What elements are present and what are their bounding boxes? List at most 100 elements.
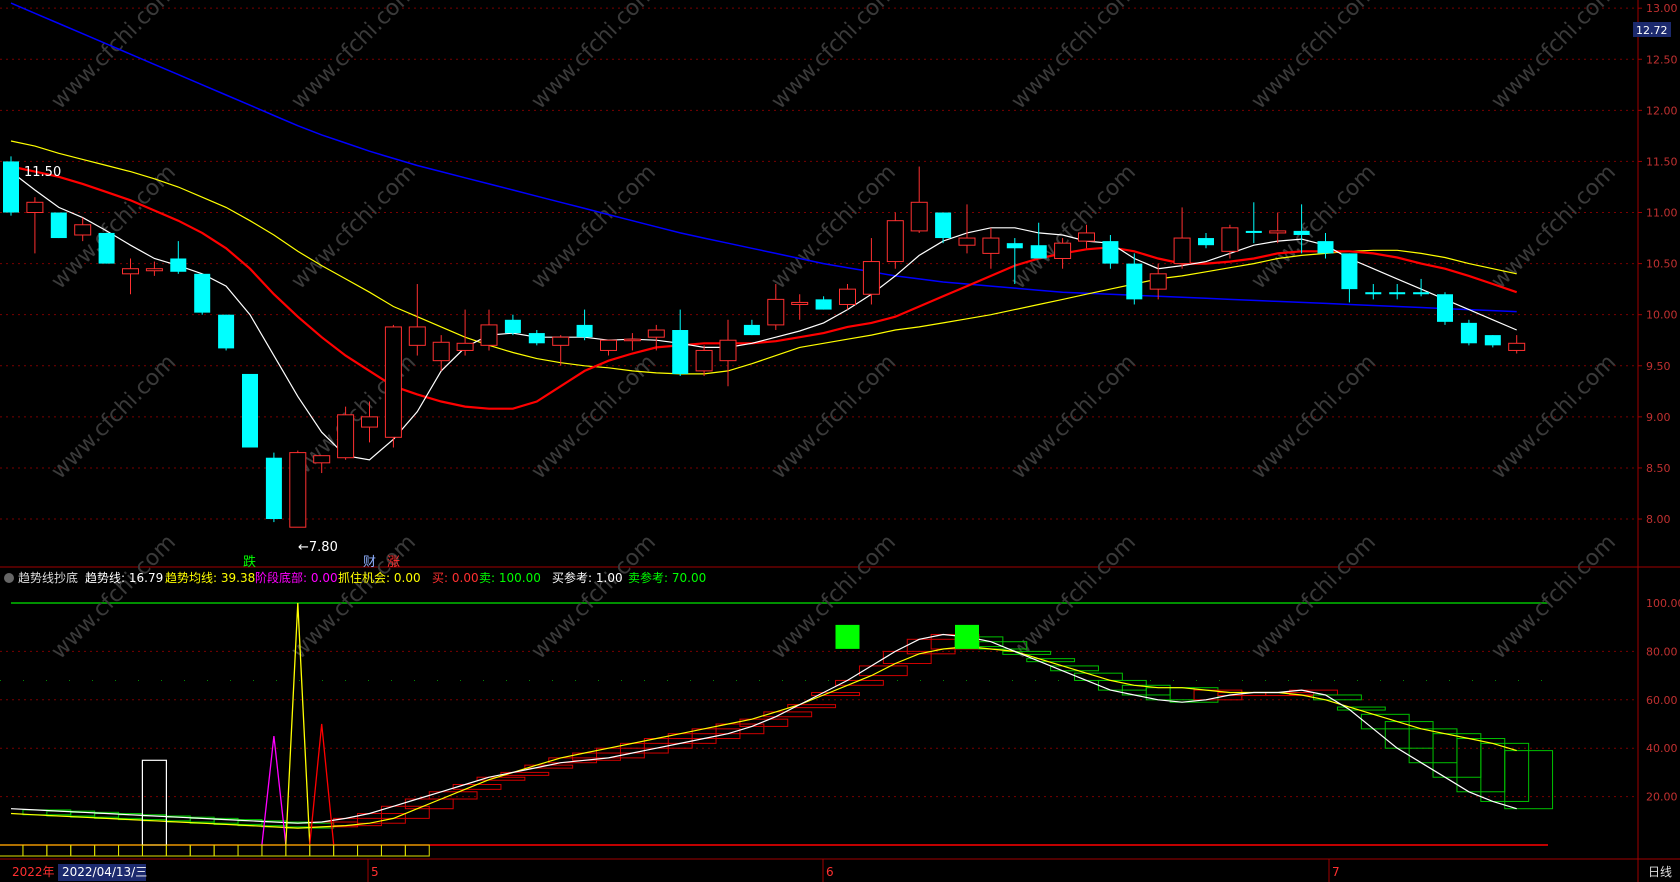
price-tick-label: 8.00 <box>1646 513 1671 526</box>
low-price-label: ←7.80 <box>298 540 338 555</box>
month-6: 6 <box>826 865 834 879</box>
watermark-text: www.cfchi.com <box>47 530 181 664</box>
candle-body-up <box>791 301 809 305</box>
candle <box>456 309 474 356</box>
candle <box>337 406 355 460</box>
stock-chart[interactable]: www.cfchi.com www.cfchi.com www.cfchi.com w… <box>0 0 1680 882</box>
candle-body-down <box>242 373 258 448</box>
trend-avg-label: 趋势均线: 39.38 <box>165 571 255 585</box>
watermark-text: www.cfchi.com <box>287 0 421 114</box>
candle <box>504 314 521 336</box>
seize-chance-label: 抓住机会: 0.00 <box>338 571 421 585</box>
candle <box>1173 207 1191 269</box>
candle <box>862 238 880 305</box>
candle <box>623 333 641 351</box>
candle <box>576 309 593 341</box>
period-label[interactable]: 日线 <box>1648 865 1672 879</box>
candle-body-up <box>982 237 1000 254</box>
base-bar <box>404 844 430 857</box>
candle-body-down <box>265 457 282 520</box>
price-tick-label: 11.00 <box>1646 207 1678 220</box>
candle-body-down <box>50 212 67 239</box>
watermark-text: www.cfchi.com <box>527 160 661 294</box>
candle-body-up <box>26 201 44 214</box>
watermark-text: www.cfchi.com <box>767 0 901 114</box>
candle-body-down <box>170 258 187 272</box>
high-price-label: 11.50 <box>24 165 61 180</box>
candle <box>1341 253 1358 303</box>
candle <box>910 166 928 233</box>
candle-body-down <box>528 333 545 344</box>
trend-line-label: 趋势线: 16.79 <box>85 571 163 585</box>
candle-body-up <box>1078 232 1095 242</box>
indicator-header: 趋势线抄底 趋势线: 16.79 趋势均线: 39.38 阶段底部: 0.00 … <box>4 570 706 585</box>
candle-body-up <box>145 268 163 272</box>
candle <box>408 284 426 356</box>
candle-body-up <box>337 414 355 459</box>
indicator-ladder-box <box>452 784 502 790</box>
candle-body-down <box>672 330 689 374</box>
trend-avg-line <box>10 645 1517 829</box>
signal-wealth: 财 <box>363 555 376 570</box>
signal-fall: 跌 <box>243 554 256 570</box>
candle-body-down <box>1030 245 1047 259</box>
indicator-name[interactable]: 趋势线抄底 <box>18 570 78 585</box>
candle <box>1460 319 1477 346</box>
price-tick-label: 8.50 <box>1646 462 1671 475</box>
candle <box>1198 232 1214 249</box>
candle-body-up <box>1508 342 1526 351</box>
watermark-text: www.cfchi.com <box>47 0 181 114</box>
ma10-line <box>10 165 1518 410</box>
candle-body-up <box>552 336 570 346</box>
candle-body-up <box>456 342 474 351</box>
candle-body-up <box>719 339 737 362</box>
candle-body-up <box>910 201 928 232</box>
base-bar <box>309 844 335 857</box>
candle <box>672 309 689 376</box>
candle-body-down <box>1198 238 1214 246</box>
sell-label: 卖: 100.00 <box>479 571 541 585</box>
candle <box>194 273 211 315</box>
watermark-text: www.cfchi.com <box>1007 160 1141 294</box>
indicator-ladder-box <box>858 665 908 677</box>
watermark-text: www.cfchi.com <box>1487 530 1621 664</box>
base-bar <box>118 844 143 857</box>
base-bar <box>213 844 239 857</box>
price-tick-label: 13.00 <box>1646 2 1678 15</box>
candle-body-down <box>194 273 211 313</box>
candle-body-down <box>1317 241 1334 254</box>
candle-body-down <box>1460 322 1477 344</box>
indicator-tick-label: 80.00 <box>1646 645 1678 658</box>
candle <box>695 345 713 376</box>
candle <box>145 261 163 276</box>
candle-body-up <box>1149 273 1167 290</box>
candle-body-up <box>74 224 92 236</box>
collapse-icon[interactable] <box>4 573 14 583</box>
base-bar <box>285 844 311 857</box>
candle-body-up <box>313 455 331 464</box>
year-label: 2022年 <box>12 865 55 879</box>
candle-body-up <box>122 268 139 275</box>
candle-body-down <box>1413 292 1430 295</box>
candle-body-up <box>600 339 617 351</box>
indicator-ladder-box <box>763 711 813 718</box>
watermark-text: www.cfchi.com <box>1247 0 1381 114</box>
price-tick-label: 10.50 <box>1646 258 1678 271</box>
base-bar <box>22 844 48 857</box>
candle <box>26 197 44 254</box>
watermark-text: www.cfchi.com <box>527 530 661 664</box>
base-bar <box>46 844 72 857</box>
candle-body-down <box>1293 230 1310 235</box>
candle <box>1245 202 1262 244</box>
sell-signal-square <box>955 624 979 649</box>
candle-body-up <box>1054 242 1072 259</box>
candle-body-up <box>289 452 307 528</box>
base-bar <box>94 844 120 857</box>
cursor-date: 2022/04/13/三 <box>62 865 147 879</box>
candle <box>886 212 904 269</box>
watermark-text: www.cfchi.com <box>1247 530 1381 664</box>
sell-signal-square <box>835 624 860 649</box>
candle <box>982 227 1000 269</box>
base-bar <box>189 844 215 857</box>
price-tick-label: 9.50 <box>1646 360 1671 373</box>
